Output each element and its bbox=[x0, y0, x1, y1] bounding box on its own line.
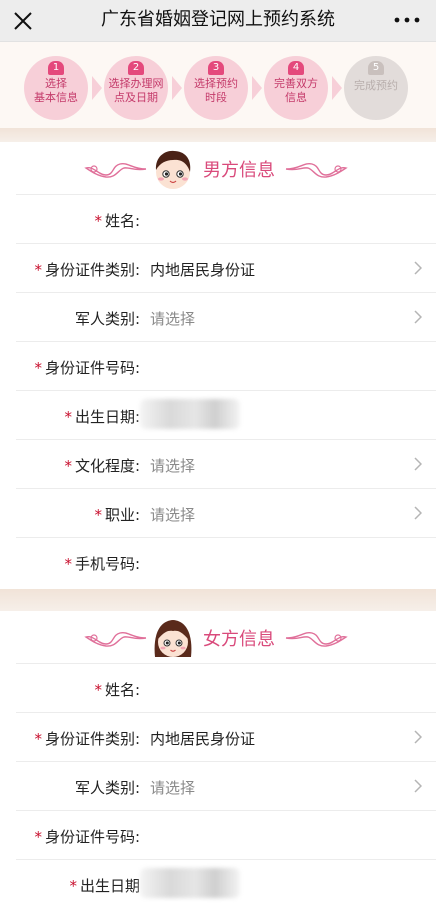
step-label: 选择办理网 bbox=[108, 77, 164, 90]
chevron-right-icon bbox=[414, 310, 422, 324]
field-label: * 姓名: bbox=[94, 681, 140, 699]
step-label: 信息 bbox=[285, 91, 307, 104]
step-arrow-icon bbox=[332, 76, 342, 100]
female-card-header: 女方信息 bbox=[0, 611, 436, 663]
progress-steps: 1 选择 基本信息 2 选择办理网 点及日期 3 选择预约 时段 4 完善双方 … bbox=[0, 42, 436, 128]
female-section-title: 女方信息 bbox=[203, 629, 275, 650]
step-5: 5 完成预约 bbox=[344, 56, 408, 120]
chevron-right-icon bbox=[414, 457, 422, 471]
section-divider bbox=[0, 128, 436, 142]
field-label: * 身份证件类别: bbox=[34, 261, 140, 279]
step-1: 1 选择 基本信息 bbox=[24, 56, 88, 120]
step-label: 选择 bbox=[45, 77, 67, 90]
step-number: 3 bbox=[208, 61, 224, 75]
step-number: 5 bbox=[368, 61, 384, 75]
chevron-right-icon bbox=[414, 506, 422, 520]
step-number: 2 bbox=[128, 61, 144, 75]
female-id-type-select[interactable]: * 身份证件类别: 内地居民身份证 bbox=[16, 712, 436, 761]
step-label: 点及日期 bbox=[114, 91, 158, 104]
step-label: 基本信息 bbox=[34, 91, 78, 104]
step-4: 4 完善双方 信息 bbox=[264, 56, 328, 120]
male-education-select[interactable]: * 文化程度: 请选择 bbox=[16, 439, 436, 488]
step-2: 2 选择办理网 点及日期 bbox=[104, 56, 168, 120]
field-placeholder: 请选择 bbox=[150, 506, 196, 524]
female-military-type-select[interactable]: 军人类别: 请选择 bbox=[16, 761, 436, 810]
male-avatar-icon bbox=[155, 150, 191, 189]
right-swirl-icon bbox=[285, 162, 348, 178]
male-phone-field[interactable]: * 手机号码: bbox=[16, 537, 436, 586]
section-divider bbox=[0, 589, 436, 611]
more-dots-icon[interactable] bbox=[392, 10, 422, 30]
step-label: 选择预约 bbox=[194, 77, 238, 90]
field-value: 内地居民身份证 bbox=[150, 261, 256, 279]
male-occupation-select[interactable]: * 职业: 请选择 bbox=[16, 488, 436, 537]
chevron-right-icon bbox=[414, 261, 422, 275]
field-value: 内地居民身份证 bbox=[150, 730, 256, 748]
app-bar: 广东省婚姻登记网上预约系统 bbox=[0, 0, 436, 42]
field-label: 军人类别: bbox=[74, 779, 140, 797]
field-label: * 身份证件号码: bbox=[34, 359, 140, 377]
step-3: 3 选择预约 时段 bbox=[184, 56, 248, 120]
step-label: 完善双方 bbox=[274, 77, 318, 90]
field-label: * 职业: bbox=[94, 506, 140, 524]
field-label: * 文化程度: bbox=[64, 457, 140, 475]
left-swirl-icon bbox=[84, 631, 147, 647]
redacted-value bbox=[140, 399, 240, 429]
step-arrow-icon bbox=[172, 76, 182, 100]
step-arrow-icon bbox=[252, 76, 262, 100]
field-label: 军人类别: bbox=[74, 310, 140, 328]
female-info-card: 女方信息 * 姓名: * 身份证件类别: 内地居民身份证 军人类别: 请选择 * 身份… bbox=[0, 611, 436, 906]
field-placeholder: 请选择 bbox=[150, 779, 196, 797]
female-birth-date-field[interactable]: * 出生日期 bbox=[16, 859, 436, 906]
female-id-number-field[interactable]: * 身份证件号码: bbox=[16, 810, 436, 859]
step-number: 4 bbox=[288, 61, 304, 75]
field-label: * 姓名: bbox=[94, 212, 140, 230]
field-label: * 出生日期: bbox=[64, 408, 140, 426]
male-card-header: 男方信息 bbox=[0, 142, 436, 194]
male-name-field[interactable]: * 姓名: bbox=[16, 194, 436, 243]
male-info-card: 男方信息 * 姓名: * 身份证件类别: 内地居民身份证 军人类别: 请选择 * 身份… bbox=[0, 142, 436, 589]
chevron-right-icon bbox=[414, 730, 422, 744]
field-label: * 身份证件类别: bbox=[34, 730, 140, 748]
left-swirl-icon bbox=[84, 162, 147, 178]
female-avatar-icon bbox=[154, 620, 192, 657]
male-military-type-select[interactable]: 军人类别: 请选择 bbox=[16, 292, 436, 341]
female-name-field[interactable]: * 姓名: bbox=[16, 663, 436, 712]
chevron-right-icon bbox=[414, 779, 422, 793]
field-label: * 出生日期 bbox=[69, 877, 140, 895]
male-birth-date-field[interactable]: * 出生日期: bbox=[16, 390, 436, 439]
male-id-number-field[interactable]: * 身份证件号码: bbox=[16, 341, 436, 390]
step-number: 1 bbox=[48, 61, 64, 75]
page-title: 广东省婚姻登记网上预约系统 bbox=[101, 9, 335, 30]
male-section-title: 男方信息 bbox=[203, 160, 275, 181]
field-placeholder: 请选择 bbox=[150, 457, 196, 475]
right-swirl-icon bbox=[285, 631, 348, 647]
male-id-type-select[interactable]: * 身份证件类别: 内地居民身份证 bbox=[16, 243, 436, 292]
field-label: * 手机号码: bbox=[64, 555, 140, 573]
field-label: * 身份证件号码: bbox=[34, 828, 140, 846]
step-label: 完成预约 bbox=[354, 79, 398, 92]
field-placeholder: 请选择 bbox=[150, 310, 196, 328]
redacted-value bbox=[140, 868, 240, 898]
step-arrow-icon bbox=[92, 76, 102, 100]
step-label: 时段 bbox=[205, 91, 227, 104]
